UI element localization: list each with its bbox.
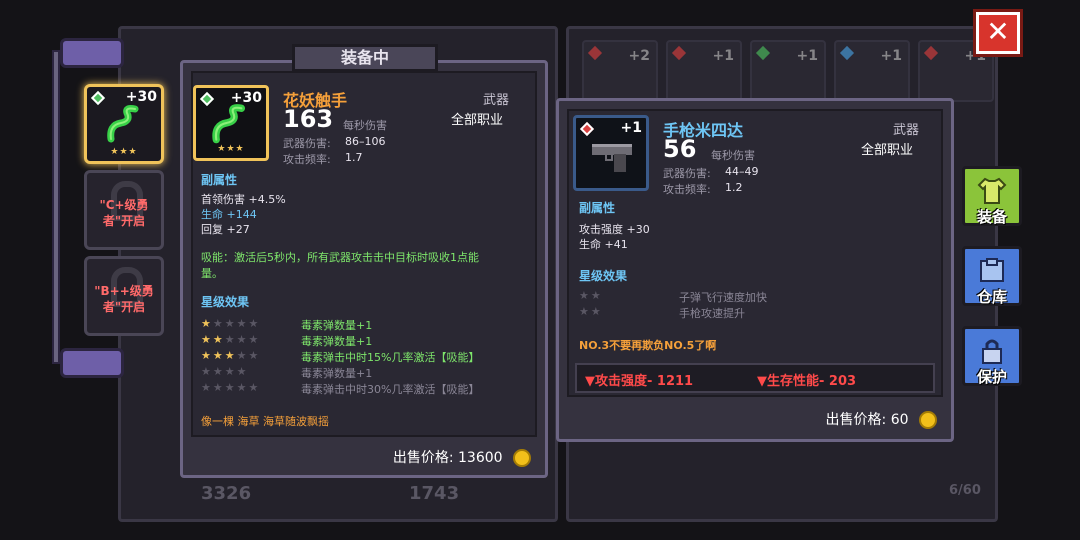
star-rating-2: ★★ xyxy=(579,305,603,318)
gem-icon xyxy=(923,45,939,61)
scroll-cap-bottom xyxy=(60,348,124,378)
skill-desc-line2: 量。 xyxy=(201,267,223,280)
gem-icon xyxy=(579,121,595,137)
damage-value: 86–106 xyxy=(345,135,386,148)
storage-label: 仓库 xyxy=(976,288,1007,306)
dps-label: 每秒伤害 xyxy=(343,119,387,132)
item-dps: 56 xyxy=(663,135,697,163)
star-effect: 毒素弹击中时15%几率激活【吸能】 xyxy=(301,351,480,364)
star-effect: 毒素弹击中时30%几率激活【吸能】 xyxy=(301,383,480,396)
equip-label: 装备 xyxy=(976,208,1007,226)
inventory-slot[interactable]: +1 xyxy=(666,40,742,102)
star-effect: 子弹飞行速度加快 xyxy=(679,291,767,304)
slot-unlock-condition: "B++级勇者"开启 xyxy=(94,284,154,314)
item-dps: 163 xyxy=(283,105,334,133)
skill-desc-line1: 吸能：激活后5秒内，所有武器攻击击中目标时吸收1点能 xyxy=(201,251,479,264)
star-rating-1: ★★ xyxy=(579,289,603,302)
gem-icon xyxy=(587,45,603,61)
item-icon-box: +30 ★★★ xyxy=(193,85,269,161)
damage-value: 44–49 xyxy=(725,165,759,178)
flavor-text: 像一棵 海草 海草随波飘摇 xyxy=(201,415,329,428)
bottom-stat-attack: 3326 xyxy=(201,483,252,504)
storage-button[interactable]: 仓库 xyxy=(962,246,1022,306)
sell-label: 出售价格: xyxy=(825,412,887,428)
coin-icon xyxy=(919,411,937,429)
sell-price: 出售价格: 13600 xyxy=(393,447,531,467)
rate-value: 1.2 xyxy=(725,181,743,194)
star-effects-title: 星级效果 xyxy=(579,269,628,283)
gem-icon xyxy=(671,45,687,61)
coin-icon xyxy=(513,449,531,467)
inventory-capacity: 6/60 xyxy=(949,483,981,498)
sub-attr-title: 副属性 xyxy=(579,201,616,215)
sell-value: 13600 xyxy=(458,450,503,466)
dps-label: 每秒伤害 xyxy=(711,149,755,162)
compare-item-card: +1 手枪米四达 56 每秒伤害 武器 全部职业 武器伤害: 44–49 攻击频… xyxy=(556,98,954,442)
equipped-item-card: +30 ★★★ 花妖触手 163 每秒伤害 武器 全部职业 武器伤害: 86–1… xyxy=(180,60,548,478)
item-icon-box: +1 xyxy=(573,115,649,191)
sell-label: 出售价格: xyxy=(392,450,454,466)
item-type: 武器 xyxy=(483,93,510,108)
rate-label: 攻击频率: xyxy=(663,183,711,196)
star-rating-5: ★★★★★ xyxy=(201,381,261,394)
star-effects-title: 星级效果 xyxy=(201,295,250,309)
equip-button[interactable]: 装备 xyxy=(962,166,1022,226)
sub-stat: 回复 +27 xyxy=(201,223,250,236)
rate-label: 攻击频率: xyxy=(283,153,331,166)
survival-diff: ▼生存性能- 203 xyxy=(757,374,857,389)
pistol-icon xyxy=(592,144,632,172)
inventory-slot-plus: +1 xyxy=(712,48,734,64)
damage-label: 武器伤害: xyxy=(283,137,331,150)
damage-label: 武器伤害: xyxy=(663,167,711,180)
item-stars: ★★★ xyxy=(217,144,245,154)
star-effect: 手枪攻速提升 xyxy=(679,307,745,320)
inventory-slot-plus: +1 xyxy=(880,48,902,64)
star-effect: 毒素弹数量+1 xyxy=(301,319,373,332)
close-button[interactable]: ✕ xyxy=(976,12,1020,54)
star-rating-3: ★★★★★ xyxy=(201,349,261,362)
weapon-slot-2-locked[interactable]: "C+级勇者"开启 xyxy=(84,170,164,250)
scroll-rail xyxy=(52,50,60,364)
gem-icon xyxy=(90,90,106,106)
item-plus: +1 xyxy=(620,120,642,136)
sell-price: 出售价格: 60 xyxy=(826,409,937,429)
sub-stat: 攻击强度 +30 xyxy=(579,223,650,236)
inventory-slot[interactable]: +1 xyxy=(750,40,826,102)
sub-stat: 生命 +41 xyxy=(579,238,628,251)
tentacle-icon xyxy=(212,104,246,144)
attack-diff: ▼攻击强度- 1211 xyxy=(585,374,694,389)
star-effect: 毒素弹数量+1 xyxy=(301,335,373,348)
scroll-cap-top xyxy=(60,38,124,68)
protect-button[interactable]: 保护 xyxy=(962,326,1022,386)
slot-unlock-condition: "C+级勇者"开启 xyxy=(99,198,149,228)
gem-icon xyxy=(839,45,855,61)
item-class: 全部职业 xyxy=(861,143,914,158)
tentacle-icon xyxy=(107,105,139,143)
star-effect: 毒素弹数量+1 xyxy=(301,367,373,380)
sub-stat: 首领伤害 +4.5% xyxy=(201,193,286,206)
star-rating-4: ★★★★ xyxy=(201,365,249,378)
sub-stat: 生命 +144 xyxy=(201,208,257,221)
protect-label: 保护 xyxy=(976,368,1007,386)
slot-plus: +30 xyxy=(125,89,157,105)
slot-stars: ★★★ xyxy=(110,147,138,157)
rate-value: 1.7 xyxy=(345,151,363,164)
flavor-text: NO.3不要再欺负NO.5了啊 xyxy=(579,339,717,352)
gem-icon xyxy=(755,45,771,61)
item-class: 全部职业 xyxy=(451,113,504,128)
inventory-slot[interactable]: +1 xyxy=(834,40,910,102)
equipped-tab: 装备中 xyxy=(292,44,438,72)
weapon-slot-3-locked[interactable]: "B++级勇者"开启 xyxy=(84,256,164,336)
stat-difference-bar: ▼攻击强度- 1211 ▼生存性能- 203 xyxy=(575,363,935,393)
inventory-slot[interactable]: +2 xyxy=(582,40,658,102)
sell-value: 60 xyxy=(890,412,909,428)
sub-attr-title: 副属性 xyxy=(201,173,238,187)
inventory-slot-plus: +1 xyxy=(796,48,818,64)
weapon-slot-1[interactable]: +30 ★★★ xyxy=(84,84,164,164)
inventory-slot-plus: +2 xyxy=(628,48,650,64)
star-rating-1: ★★★★★ xyxy=(201,317,261,330)
item-type: 武器 xyxy=(893,123,920,138)
star-rating-2: ★★★★★ xyxy=(201,333,261,346)
bottom-stat-defense: 1743 xyxy=(409,483,460,504)
